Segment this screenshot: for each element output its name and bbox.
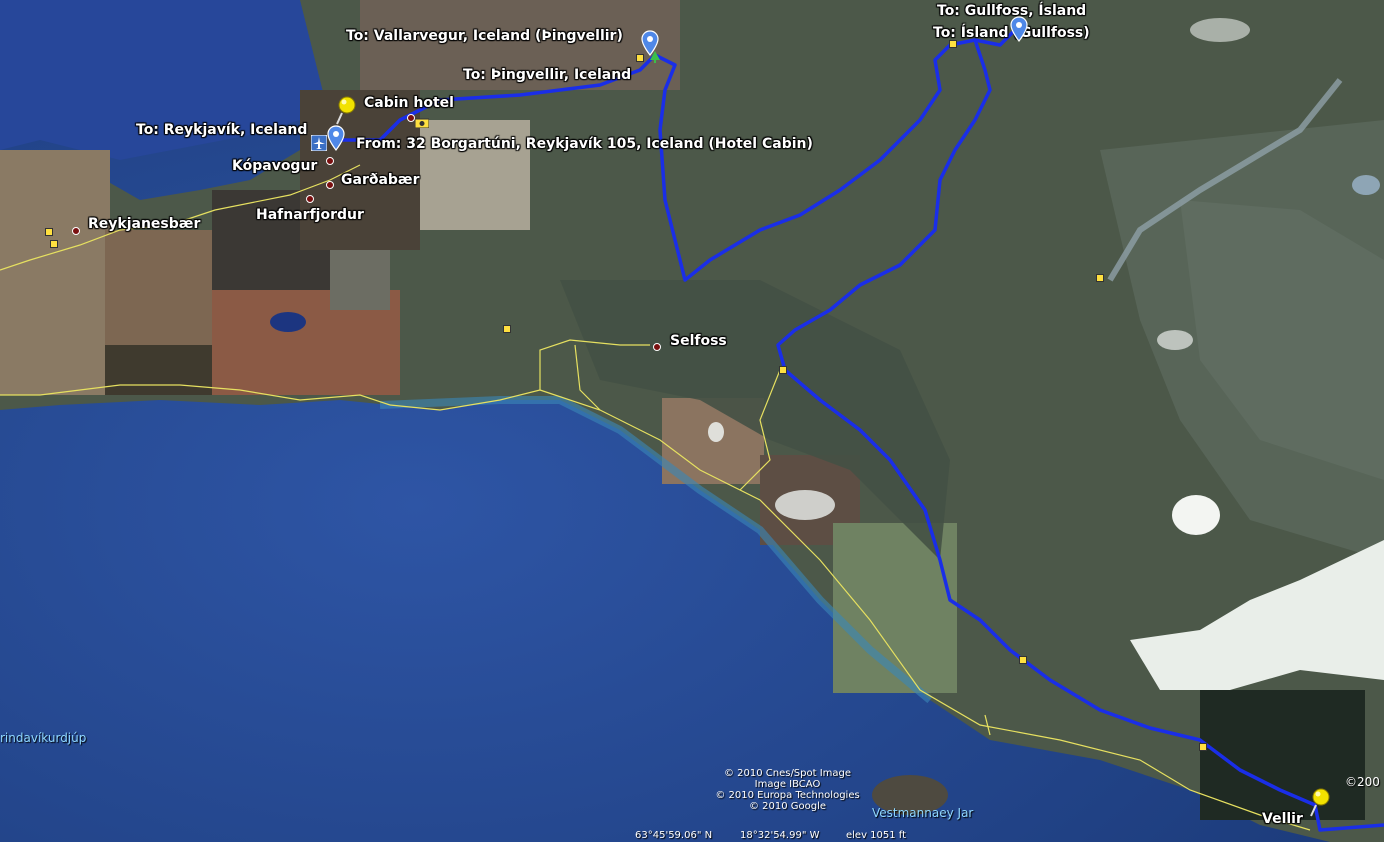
town-marker[interactable] <box>653 343 661 351</box>
place-label-reykjanesbaer[interactable]: Reykjanesbær <box>88 216 200 232</box>
map-view[interactable]: To: Vallarvegur, Iceland (Þingvellir) To… <box>0 0 1384 842</box>
road-marker-icon[interactable] <box>779 366 787 374</box>
credit-line: © 2010 Cnes/Spot Image <box>723 768 852 779</box>
route-label-reykjavik[interactable]: To: Reykjavík, Iceland <box>136 122 307 138</box>
town-marker[interactable] <box>407 114 415 122</box>
road-marker-icon[interactable] <box>50 240 58 248</box>
latitude-readout: 63°45'59.06" N <box>635 830 713 841</box>
road-marker-icon[interactable] <box>45 228 53 236</box>
town-marker[interactable] <box>306 195 314 203</box>
elevation-readout: elev 1051 ft <box>846 830 907 841</box>
credit-line: © 2010 Europa Technologies <box>715 790 860 801</box>
camera-icon[interactable] <box>415 117 429 128</box>
road-marker-icon[interactable] <box>949 40 957 48</box>
place-label-vestmannaeyjar[interactable]: Vestmannaey Jar <box>872 806 973 820</box>
placemark-pin-icon[interactable] <box>1010 16 1028 42</box>
road-marker-icon[interactable] <box>1199 743 1207 751</box>
route-label-vallarvegur[interactable]: To: Vallarvegur, Iceland (Þingvellir) <box>346 28 623 44</box>
placemark-pin-icon[interactable] <box>327 125 345 151</box>
place-label-kopavogur[interactable]: Kópavogur <box>232 158 317 174</box>
placemark-pin-icon[interactable] <box>641 30 659 56</box>
route-label-from-hotel[interactable]: From: 32 Borgartúni, Reykjavík 105, Icel… <box>356 136 813 152</box>
airport-icon[interactable] <box>311 135 327 151</box>
town-marker[interactable] <box>72 227 80 235</box>
town-marker[interactable] <box>326 157 334 165</box>
road-marker-icon[interactable] <box>503 325 511 333</box>
place-label-selfoss[interactable]: Selfoss <box>670 333 727 349</box>
road-marker-icon[interactable] <box>1096 274 1104 282</box>
place-label-gardabaer[interactable]: Garðabær <box>341 172 420 188</box>
credit-line: © 2010 Google <box>748 801 827 812</box>
route-label-thingvellir[interactable]: To: Þingvellir, Iceland <box>463 67 631 83</box>
credit-line: Image IBCAO <box>754 779 821 790</box>
pushpin-icon[interactable] <box>1308 787 1332 817</box>
longitude-readout: 18°32'54.99" W <box>740 830 820 841</box>
road-marker-icon[interactable] <box>1019 656 1027 664</box>
status-bar: 63°45'59.06" N 18°32'54.99" W elev 1051 … <box>0 830 1384 842</box>
town-marker[interactable] <box>326 181 334 189</box>
cabin-hotel-label[interactable]: Cabin hotel <box>364 95 454 111</box>
pushpin-icon[interactable] <box>334 95 358 125</box>
ocean-label-grindavikurdjup[interactable]: rindavíkurdjúp <box>0 731 86 745</box>
imagery-credits: © 2010 Cnes/Spot Image Image IBCAO © 201… <box>700 768 875 812</box>
place-label-hafnarfjordur[interactable]: Hafnarfjordur <box>256 207 364 223</box>
corner-credit: ©200 <box>1345 775 1380 789</box>
place-label-vellir[interactable]: Vellir <box>1262 811 1303 827</box>
